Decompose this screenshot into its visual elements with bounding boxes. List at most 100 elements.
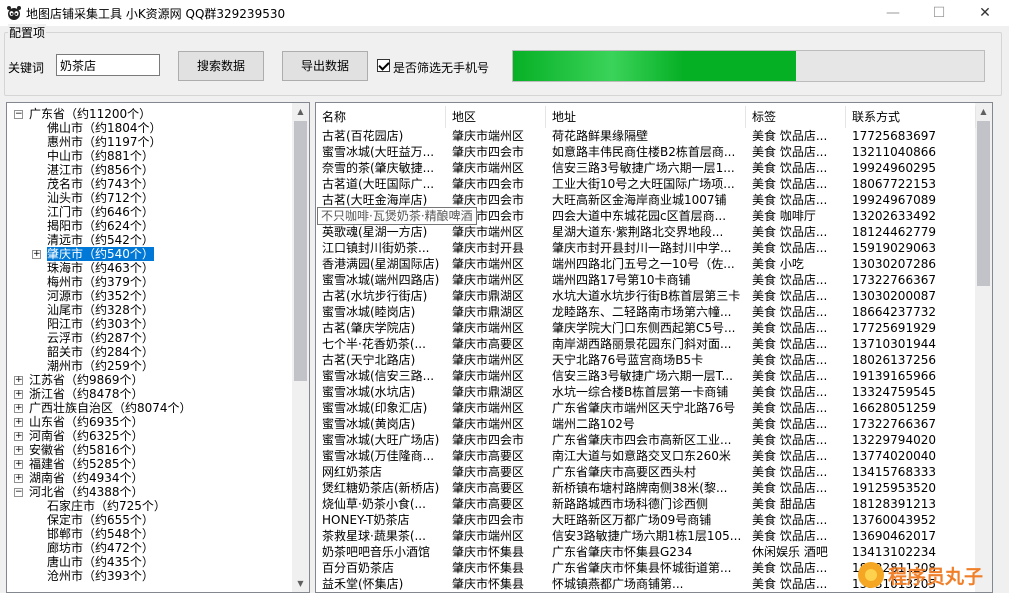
tree-scrollbar-thumb[interactable]: [294, 121, 307, 381]
table-row[interactable]: 七个半·花香奶茶(... 肇庆市高要区 南岸湖西路丽景花园东门斜对面... 美食 饮品…: [316, 336, 976, 352]
table-cell: 13030200087: [852, 289, 936, 303]
tree-city[interactable]: 肇庆市（约540个）: [46, 246, 155, 262]
tree-city[interactable]: 潮州市（约259个）: [47, 359, 154, 373]
table-cell: 美食 饮品店...: [752, 465, 828, 479]
table-row[interactable]: 蜜雪冰城(端州四路店) 肇庆市端州区 端州四路17号第10卡商铺 美食 饮品店... 1…: [316, 272, 976, 288]
table-row[interactable]: 煲红糖奶茶店(新桥店) 肇庆市高要区 新桥镇布塘村路牌南侧38米(黎... 美食 饮品…: [316, 480, 976, 496]
table-row[interactable]: 蜜雪冰城(大旺广场店) 肇庆市四会市 广东省肇庆市四会市高新区工业... 美食 饮品店…: [316, 432, 976, 448]
tree-city[interactable]: 茂名市（约743个）: [47, 177, 154, 191]
table-row[interactable]: 茶救星球·蔬果茶(... 肇庆市端州区 信安3路敏捷广场六期1栋1层105... 美食…: [316, 528, 976, 544]
tree-scrollbar[interactable]: ▲ ▼: [292, 103, 309, 592]
table-row[interactable]: 古茗(天宁北路店) 肇庆市端州区 天宁北路76号蓝宫商场B5卡 美食 饮品店... 18…: [316, 352, 976, 368]
table-row[interactable]: 江口镇封川街奶茶... 肇庆市封开县 肇庆市封开县封川一路封川中学... 美食 饮品店…: [316, 240, 976, 256]
tree-city[interactable]: 汕尾市（约328个）: [47, 303, 154, 317]
tree-city[interactable]: 沧州市（约393个）: [47, 569, 154, 583]
tree-city[interactable]: 惠州市（约1197个）: [47, 135, 162, 149]
column-header[interactable]: 联系方式: [846, 106, 976, 128]
column-header[interactable]: 地区: [446, 106, 546, 128]
collapse-toggle-icon[interactable]: −: [14, 110, 23, 119]
tree-province[interactable]: 福建省（约5285个）: [29, 457, 144, 471]
tree-city[interactable]: 云浮市（约287个）: [47, 331, 154, 345]
keyword-input[interactable]: [56, 54, 160, 76]
table-row[interactable]: 奈雪的茶(肇庆敏捷... 肇庆市端州区 信安三路3号敏捷广场六期一层1... 美食 饮…: [316, 160, 976, 176]
tree-city[interactable]: 湛江市（约856个）: [47, 163, 154, 177]
table-row[interactable]: 蜜雪冰城(印象汇店) 肇庆市端州区 广东省肇庆市端州区天宁北路76号 美食 饮品店..…: [316, 400, 976, 416]
tree-city[interactable]: 邯郸市（约548个）: [47, 527, 154, 541]
table-row[interactable]: 网红奶茶店 肇庆市高要区 广东省肇庆市高要区西头村 美食 饮品店... 13415768…: [316, 464, 976, 480]
table-row[interactable]: 古茗(百花园店) 肇庆市端州区 荷花路鲜果缘隔壁 美食 饮品店... 177256836…: [316, 128, 976, 144]
table-scrollbar-thumb[interactable]: [977, 121, 990, 286]
table-row[interactable]: 蜜雪冰城(水坑店) 肇庆市鼎湖区 水坑一综合楼B栋首层第一卡商铺 美食 饮品店... 1…: [316, 384, 976, 400]
tree-city[interactable]: 汕头市（约712个）: [47, 191, 154, 205]
tree-city[interactable]: 韶关市（约284个）: [47, 345, 154, 359]
table-row[interactable]: 蜜雪冰城(黄岗店) 肇庆市端州区 端州二路102号 美食 饮品店... 17322766…: [316, 416, 976, 432]
search-button[interactable]: 搜索数据: [178, 51, 264, 81]
region-tree[interactable]: ▲ ▼ − 广东省（约11200个） 佛山市（约1804个） 惠州市（约1197个）中…: [6, 102, 310, 593]
filter-checkbox[interactable]: [377, 59, 390, 72]
table-row[interactable]: 蜜雪冰城(睦岗店) 肇庆市鼎湖区 龙睦路东、二轻路南市场第六幢... 美食 饮品店..…: [316, 304, 976, 320]
tree-city[interactable]: 唐山市（约435个）: [47, 555, 154, 569]
expand-toggle-icon[interactable]: +: [14, 474, 23, 483]
tree-city[interactable]: 梅州市（约379个）: [47, 275, 154, 289]
table-row[interactable]: 古茗(大旺金海岸店) 肇庆市四会市 大旺高新区金海岸商业城1007铺 美食 饮品店..…: [316, 192, 976, 208]
table-cell: 18124462779: [852, 225, 936, 239]
tree-province[interactable]: 河南省（约6325个）: [29, 429, 144, 443]
column-header[interactable]: 标签: [746, 106, 846, 128]
table-row[interactable]: 蜜雪冰城(信安三路... 肇庆市端州区 信安三路3号敏捷广场六期一层T... 美食 饮…: [316, 368, 976, 384]
tree-city[interactable]: 中山市（约881个）: [47, 149, 154, 163]
column-header[interactable]: 名称: [316, 106, 446, 128]
table-row[interactable]: 古茗道(大旺国际广... 肇庆市四会市 工业大街10号之大旺国际广场项... 美食 饮…: [316, 176, 976, 192]
table-cell: 肇庆市端州区: [452, 417, 525, 431]
expand-toggle-icon[interactable]: +: [14, 376, 23, 385]
tree-province[interactable]: 浙江省（约8478个）: [29, 387, 144, 401]
tree-city[interactable]: 河源市（约352个）: [47, 289, 154, 303]
expand-toggle-icon[interactable]: +: [14, 404, 23, 413]
tree-city[interactable]: 珠海市（约463个）: [47, 261, 154, 275]
expand-toggle-icon[interactable]: +: [14, 460, 23, 469]
column-header[interactable]: 地址: [546, 106, 746, 128]
tree-city[interactable]: 揭阳市（约624个）: [47, 219, 154, 233]
close-button[interactable]: ✕: [962, 0, 1008, 26]
table-row[interactable]: 蜜雪冰城(大旺益万... 肇庆市四会市 如意路丰伟民商住楼B2栋首层商... 美食 饮…: [316, 144, 976, 160]
tree-province[interactable]: 湖南省（约4934个）: [29, 471, 144, 485]
tree-city[interactable]: 佛山市（约1804个）: [47, 121, 162, 135]
tree-province[interactable]: 广东省（约11200个）: [29, 107, 151, 121]
table-cell: 美食 饮品店...: [752, 145, 828, 159]
maximize-button[interactable]: ☐: [916, 0, 962, 26]
table-row[interactable]: 古茗(肇庆学院店) 肇庆市端州区 肇庆学院大门口东侧西起第C5号... 美食 饮品店.…: [316, 320, 976, 336]
scroll-down-arrow-icon[interactable]: ▼: [292, 575, 309, 592]
table-row[interactable]: 烧仙草·奶茶小食(... 肇庆市高要区 新路路城西市场科德门诊西侧 美食 甜品店 181…: [316, 496, 976, 512]
results-table[interactable]: ▲ 名称 地区 地址 标签 联系方式 古茗(百花园店) 肇庆市端州区 荷花路鲜果缘隔壁 美食 饮…: [315, 102, 993, 593]
tree-city[interactable]: 石家庄市（约725个）: [47, 499, 166, 513]
table-row[interactable]: 香港满园(星湖国际店) 肇庆市端州区 端州四路北门五号之一10号（佐... 美食 小吃…: [316, 256, 976, 272]
expand-toggle-icon[interactable]: +: [32, 250, 41, 259]
tree-province[interactable]: 江苏省（约9869个）: [29, 373, 144, 387]
expand-toggle-icon[interactable]: +: [14, 446, 23, 455]
table-row[interactable]: 蜜雪冰城(万佳隆商... 肇庆市高要区 南江大道与如意路交叉口东260米 美食 饮品店…: [316, 448, 976, 464]
table-cell: 美食 饮品店...: [752, 353, 828, 367]
tree-city[interactable]: 廊坊市（约472个）: [47, 541, 154, 555]
tree-province[interactable]: 广西壮族自治区（约8074个）: [29, 401, 192, 415]
expand-toggle-icon[interactable]: +: [14, 432, 23, 441]
expand-toggle-icon[interactable]: +: [14, 418, 23, 427]
window-title: 地图店铺采集工具 小K资源网 QQ群329239530: [26, 7, 286, 21]
scroll-up-arrow-icon[interactable]: ▲: [292, 103, 309, 120]
tree-city[interactable]: 清远市（约542个）: [47, 233, 154, 247]
collapse-toggle-icon[interactable]: −: [14, 488, 23, 497]
tree-city[interactable]: 江门市（约646个）: [47, 205, 154, 219]
table-cell: 江口镇封川街奶茶...: [322, 241, 430, 255]
expand-toggle-icon[interactable]: +: [14, 390, 23, 399]
tree-province[interactable]: 山东省（约6935个）: [29, 415, 144, 429]
table-row[interactable]: 古茗(水坑步行街店) 肇庆市鼎湖区 水坑大道水坑步行街B栋首层第三卡 美食 饮品店..…: [316, 288, 976, 304]
table-scrollbar[interactable]: ▲: [975, 103, 992, 592]
tree-province[interactable]: 安徽省（约5816个）: [29, 443, 144, 457]
scroll-up-arrow-icon[interactable]: ▲: [975, 103, 992, 120]
tree-province[interactable]: 河北省（约4388个）: [29, 485, 144, 499]
filter-checkbox-label[interactable]: 是否筛选无手机号: [393, 59, 489, 76]
table-row[interactable]: 英歌魂(星湖一方店) 肇庆市端州区 星湖大道东·紫荆路北交界地段... 美食 饮品店.…: [316, 224, 976, 240]
table-row[interactable]: HONEY-T奶茶店 肇庆市四会市 大旺路新区万都广场09号商铺 美食 饮品店... 1…: [316, 512, 976, 528]
tree-city[interactable]: 保定市（约655个）: [47, 513, 154, 527]
export-button[interactable]: 导出数据: [282, 51, 368, 81]
tree-city[interactable]: 阳江市（约303个）: [47, 317, 154, 331]
minimize-button[interactable]: —: [870, 0, 916, 26]
